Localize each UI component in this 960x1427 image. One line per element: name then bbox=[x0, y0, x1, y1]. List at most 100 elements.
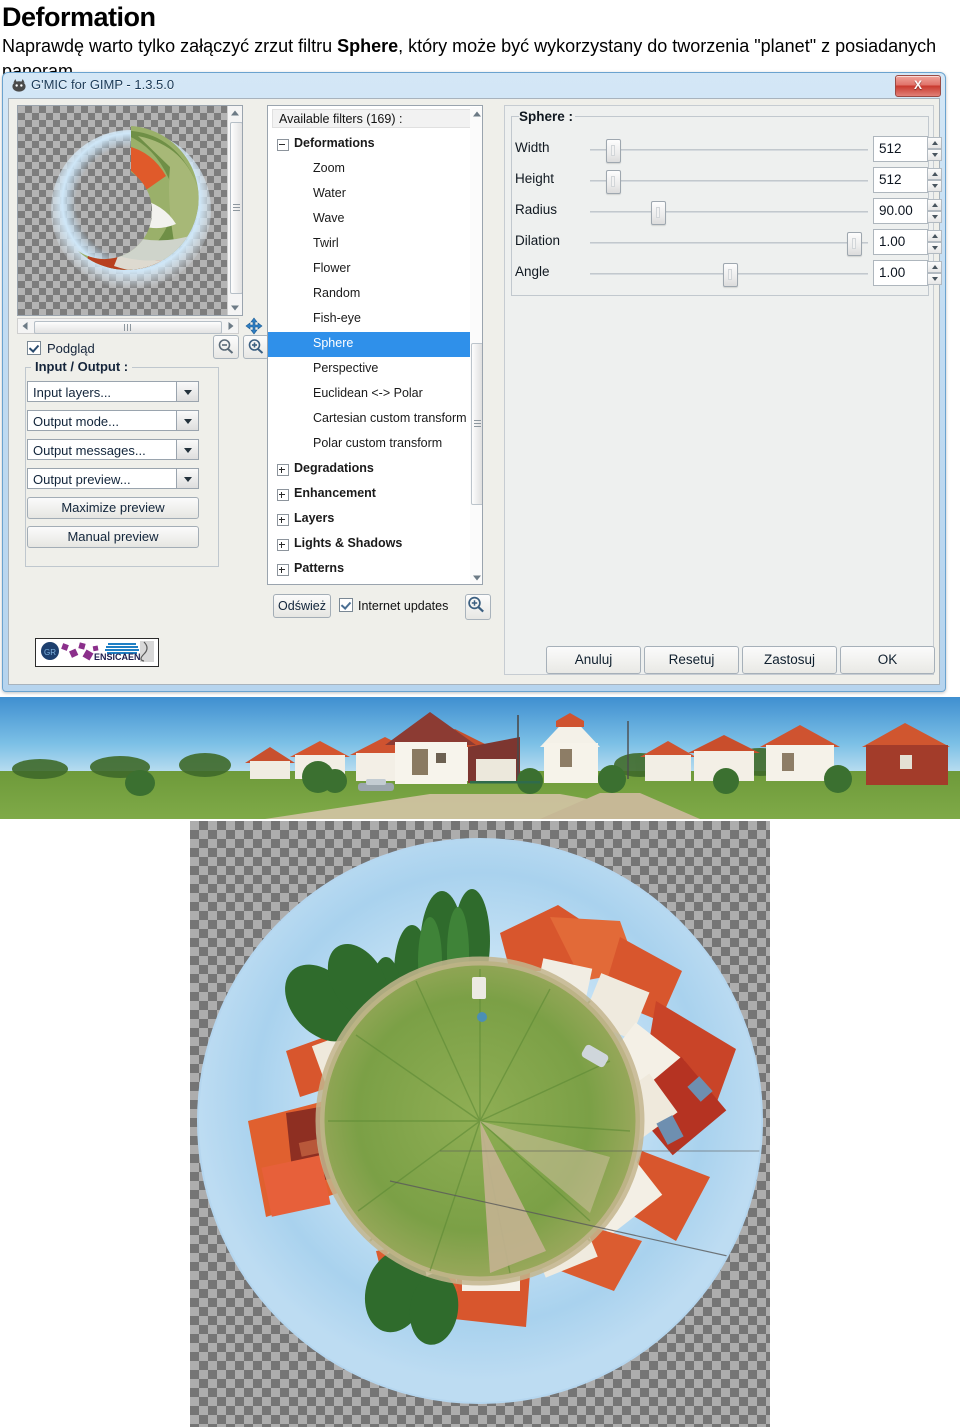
expand-icon[interactable] bbox=[277, 539, 289, 551]
output-messages-combo[interactable]: Output messages... bbox=[27, 439, 199, 460]
stepper-up-icon[interactable] bbox=[927, 199, 942, 211]
chevron-down-icon[interactable] bbox=[176, 411, 198, 430]
filter-leaf-label: Flower bbox=[313, 261, 351, 275]
expand-icon[interactable] bbox=[277, 489, 289, 501]
stepper-down-icon[interactable] bbox=[927, 149, 942, 161]
filter-item-fish-eye[interactable]: Fish-eye bbox=[268, 307, 482, 332]
filter-item-lights-shadows[interactable]: Lights & Shadows bbox=[268, 532, 482, 557]
filter-search-button[interactable] bbox=[465, 594, 491, 620]
preview-hscroll-thumb[interactable] bbox=[34, 321, 222, 334]
move-icon[interactable] bbox=[245, 317, 263, 335]
collapse-icon[interactable] bbox=[277, 139, 289, 151]
stepper-down-icon[interactable] bbox=[927, 242, 942, 254]
zoom-out-button[interactable] bbox=[213, 335, 239, 359]
stepper-down-icon[interactable] bbox=[927, 211, 942, 223]
preview-vscroll-thumb[interactable] bbox=[230, 122, 242, 294]
stepper-down-icon[interactable] bbox=[927, 180, 942, 192]
filter-item-euclidean-polar[interactable]: Euclidean <-> Polar bbox=[268, 382, 482, 407]
slider-track-dilation[interactable] bbox=[590, 242, 868, 244]
spinner-dilation[interactable]: 1.00 bbox=[873, 229, 942, 255]
filter-item-perspective[interactable]: Perspective bbox=[268, 357, 482, 382]
filter-item-random[interactable]: Random bbox=[268, 282, 482, 307]
filter-vscroll-thumb[interactable] bbox=[471, 343, 482, 505]
filter-scroll-up-icon[interactable] bbox=[470, 107, 482, 121]
filter-item-cartesian-custom-transform[interactable]: Cartesian custom transform bbox=[268, 407, 482, 432]
preview-pane[interactable] bbox=[17, 105, 243, 316]
preview-scroll-down-icon[interactable] bbox=[228, 301, 242, 315]
preview-scroll-up-icon[interactable] bbox=[228, 106, 242, 120]
preview-scroll-left-icon[interactable] bbox=[18, 319, 32, 333]
filter-item-water[interactable]: Water bbox=[268, 182, 482, 207]
filter-item-wave[interactable]: Wave bbox=[268, 207, 482, 232]
stepper-down-icon[interactable] bbox=[927, 273, 942, 285]
spinner-radius[interactable]: 90.00 bbox=[873, 198, 942, 224]
stepper-up-icon[interactable] bbox=[927, 261, 942, 273]
window-titlebar[interactable]: G'MIC for GIMP - 1.3.5.0 X bbox=[3, 73, 945, 99]
zoom-in-button[interactable] bbox=[243, 335, 269, 359]
slider-track-width[interactable] bbox=[590, 149, 868, 151]
scroll-grip-icon bbox=[124, 324, 132, 331]
apply-button[interactable]: Zastosuj bbox=[742, 646, 837, 674]
maximize-preview-button[interactable]: Maximize preview bbox=[27, 497, 199, 519]
spinner-value-dilation: 1.00 bbox=[879, 234, 906, 249]
chevron-down-icon[interactable] bbox=[176, 382, 198, 401]
slider-track-radius[interactable] bbox=[590, 211, 868, 213]
preview-checkbox-label: Podgląd bbox=[47, 341, 95, 356]
chevron-down-icon[interactable] bbox=[176, 469, 198, 488]
filter-item-polar-custom-transform[interactable]: Polar custom transform bbox=[268, 432, 482, 457]
stepper-up-icon[interactable] bbox=[927, 168, 942, 180]
output-preview-combo[interactable]: Output preview... bbox=[27, 468, 199, 489]
expand-icon[interactable] bbox=[277, 514, 289, 526]
preview-scroll-right-icon[interactable] bbox=[224, 319, 238, 333]
spinner-height[interactable]: 512 bbox=[873, 167, 942, 193]
spinner-angle[interactable]: 1.00 bbox=[873, 260, 942, 286]
group-border-right bbox=[575, 116, 929, 117]
slider-thumb-dilation[interactable] bbox=[847, 232, 863, 256]
slider-track-height[interactable] bbox=[590, 180, 868, 182]
filter-item-zoom[interactable]: Zoom bbox=[268, 157, 482, 182]
filter-category-label: Enhancement bbox=[294, 486, 376, 500]
filter-vertical-scrollbar[interactable] bbox=[470, 107, 482, 584]
slider-thumb-height[interactable] bbox=[605, 170, 621, 194]
parameter-label-radius: Radius bbox=[515, 202, 558, 217]
input-layers-combo[interactable]: Input layers... bbox=[27, 381, 199, 402]
filter-scroll-down-icon[interactable] bbox=[470, 571, 482, 584]
output-mode-combo[interactable]: Output mode... bbox=[27, 410, 199, 431]
stepper-up-icon[interactable] bbox=[927, 137, 942, 149]
scroll-grip-icon bbox=[233, 204, 240, 212]
spinner-width[interactable]: 512 bbox=[873, 136, 942, 162]
filter-item-twirl[interactable]: Twirl bbox=[268, 232, 482, 257]
filter-item-layers[interactable]: Layers bbox=[268, 507, 482, 532]
filter-leaf-label: Fish-eye bbox=[313, 311, 361, 325]
filter-tree[interactable]: Available filters (169) : Deformations Zo… bbox=[267, 105, 483, 585]
expand-icon[interactable] bbox=[277, 464, 289, 476]
internet-updates-checkbox[interactable]: Internet updates bbox=[339, 598, 448, 613]
reset-button[interactable]: Resetuj bbox=[644, 646, 739, 674]
filter-item-degradations[interactable]: Degradations bbox=[268, 457, 482, 482]
filters-header: Available filters (169) : bbox=[272, 109, 478, 128]
preview-horizontal-scrollbar[interactable] bbox=[17, 318, 239, 334]
refresh-button[interactable]: Odśwież bbox=[273, 594, 331, 618]
close-button[interactable]: X bbox=[895, 75, 941, 97]
zoom-in-icon bbox=[248, 339, 264, 354]
chevron-down-icon[interactable] bbox=[176, 440, 198, 459]
stepper-up-icon[interactable] bbox=[927, 230, 942, 242]
slider-thumb-radius[interactable] bbox=[650, 201, 666, 225]
page-title: Deformation bbox=[2, 2, 156, 32]
filter-item-flower[interactable]: Flower bbox=[268, 257, 482, 282]
filter-item-enhancement[interactable]: Enhancement bbox=[268, 482, 482, 507]
expand-icon[interactable] bbox=[277, 564, 289, 576]
filter-item-sphere[interactable]: Sphere bbox=[268, 332, 482, 357]
filter-item-deformations[interactable]: Deformations bbox=[268, 132, 482, 157]
slider-thumb-width[interactable] bbox=[605, 139, 621, 163]
preview-checkbox[interactable]: Podgląd bbox=[27, 341, 95, 356]
filter-category-label: Lights & Shadows bbox=[294, 536, 403, 550]
cancel-button[interactable]: Anuluj bbox=[546, 646, 641, 674]
manual-preview-button[interactable]: Manual preview bbox=[27, 526, 199, 548]
filter-item-patterns[interactable]: Patterns bbox=[268, 557, 482, 582]
ok-button[interactable]: OK bbox=[840, 646, 935, 674]
slider-thumb-angle[interactable] bbox=[722, 263, 738, 287]
input-output-legend: Input / Output : bbox=[31, 359, 133, 374]
preview-vertical-scrollbar[interactable] bbox=[227, 106, 242, 315]
filter-leaf-label: Perspective bbox=[313, 361, 379, 375]
